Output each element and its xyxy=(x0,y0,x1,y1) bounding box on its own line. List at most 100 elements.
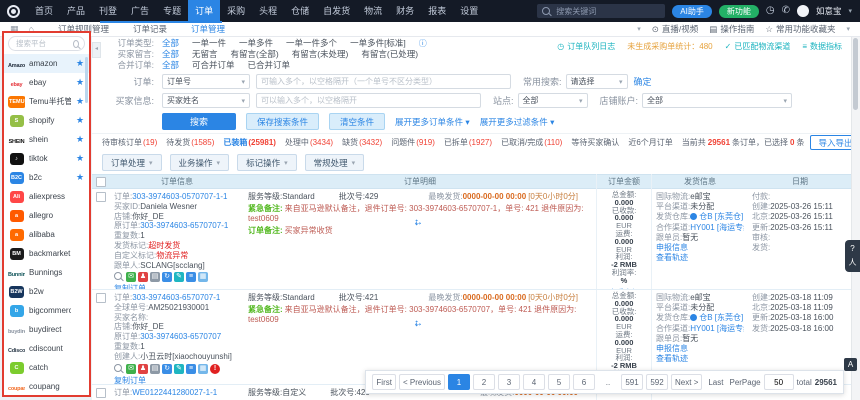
sidebar-item-cdiscount[interactable]: Cdiscountcdiscount xyxy=(4,339,89,358)
sidebar-scrollbar[interactable] xyxy=(85,57,88,103)
pagination-last[interactable]: Last xyxy=(705,375,726,389)
copy-order-link[interactable]: 复制订单 xyxy=(114,284,240,289)
favorite-star-icon[interactable]: ★ xyxy=(75,77,85,88)
filter-option-有留言(已处理)[interactable]: 有留言(已处理) xyxy=(361,49,418,60)
order-number-link[interactable]: 303-3974603-6570707-1 xyxy=(132,293,220,302)
detail-icon[interactable]: ≡ xyxy=(186,364,196,374)
order-number-link[interactable]: WE0122441280027-1-1 xyxy=(132,388,217,397)
select-all-checkbox[interactable] xyxy=(96,177,106,187)
status-tab-处理中[interactable]: 处理中(3434) xyxy=(285,137,333,148)
sub-link-直播/视频[interactable]: ⊙直播/视频 xyxy=(652,23,699,35)
action-button-订单处理[interactable]: 订单处理▾ xyxy=(102,154,162,171)
pagination-prev[interactable]: < Previous xyxy=(399,374,445,390)
detail-icon[interactable]: ≡ xyxy=(186,272,196,282)
favorite-star-icon[interactable]: ★ xyxy=(75,134,85,145)
status-tab-已取消/完成[interactable]: 已取消/完成(110) xyxy=(501,137,562,148)
order-checkbox[interactable] xyxy=(96,388,106,398)
status-tab-已拆单[interactable]: 已拆单(1927) xyxy=(444,137,492,148)
shipping-link-申报信息[interactable]: 申报信息 xyxy=(656,344,744,354)
sub-link-操作指南[interactable]: ▤操作指南 xyxy=(709,23,754,35)
order-number-link[interactable]: 303-3974603-6570707 xyxy=(140,332,221,341)
print-icon[interactable]: ▤ xyxy=(150,364,160,374)
nav-item-自发货[interactable]: 自发货 xyxy=(316,0,357,22)
confirm-link[interactable]: 确定 xyxy=(634,75,652,88)
sidebar-item-b2w[interactable]: B2Wb2w xyxy=(4,282,89,301)
info-icon[interactable]: ⓘ xyxy=(419,38,427,49)
pagination-page-591[interactable]: 591 xyxy=(621,374,643,390)
saved-search-select[interactable]: 请选择 ▾ xyxy=(566,74,628,89)
pagination-page-1[interactable]: 1 xyxy=(448,374,470,390)
support-widget[interactable]: ?人 xyxy=(845,240,860,272)
favorite-star-icon[interactable]: ★ xyxy=(75,115,85,126)
filter-option-有留言(全部)[interactable]: 有留言(全部) xyxy=(231,49,279,60)
edit-icon[interactable]: ✎ xyxy=(174,364,184,374)
import-export-button[interactable]: 导入导出 ▾ xyxy=(810,135,852,150)
order-checkbox[interactable] xyxy=(96,192,106,202)
nav-item-广告[interactable]: 广告 xyxy=(124,0,156,22)
view-order-icon[interactable] xyxy=(114,364,122,374)
nav-item-物流[interactable]: 物流 xyxy=(357,0,389,22)
user-avatar[interactable] xyxy=(797,5,809,17)
status-tab-待审核订单[interactable]: 待审核订单(19) xyxy=(102,137,157,148)
order-checkbox[interactable] xyxy=(96,293,106,303)
favorite-star-icon[interactable]: ★ xyxy=(75,96,85,107)
pagination-page-3[interactable]: 3 xyxy=(498,374,520,390)
pagination-page-6[interactable]: 6 xyxy=(573,374,595,390)
sidebar-item-allegro[interactable]: aallegro xyxy=(4,206,89,225)
action-button-标记操作[interactable]: 标记操作▾ xyxy=(237,154,297,171)
view-order-icon[interactable] xyxy=(114,272,122,282)
sidebar-item-catch[interactable]: Ccatch xyxy=(4,358,89,377)
sub-link-常用功能收藏夹[interactable]: ☆常用功能收藏夹 xyxy=(765,23,835,35)
sidebar-item-Temu半托管[interactable]: TEMUTemu半托管★ xyxy=(4,92,89,111)
view-amount-link[interactable]: 查看金额 xyxy=(598,287,650,289)
note-icon[interactable]: ▦ xyxy=(198,364,208,374)
more-filter-conditions-link[interactable]: 展开更多过滤条件 ▾ xyxy=(480,116,555,128)
order-number-type-select[interactable]: 订单号 ▾ xyxy=(162,74,250,89)
sidebar-item-shein[interactable]: SHEINshein★ xyxy=(4,130,89,149)
sidebar-item-ebay[interactable]: ebayebay★ xyxy=(4,73,89,92)
filter-option-已合并订单[interactable]: 已合并订单 xyxy=(248,60,291,71)
global-search[interactable] xyxy=(537,4,665,18)
filter-option-有留言(未处理)[interactable]: 有留言(未处理) xyxy=(292,49,349,60)
site-select[interactable]: 全部 ▾ xyxy=(518,93,588,108)
nav-item-设置[interactable]: 设置 xyxy=(453,0,485,22)
nav-item-专题[interactable]: 专题 xyxy=(156,0,188,22)
sub-tab-订单记录[interactable]: 订单记录 xyxy=(121,23,179,35)
search-button[interactable]: 搜索 xyxy=(162,113,236,130)
print-icon[interactable]: ▤ xyxy=(150,272,160,282)
page-scrollbar-thumb[interactable] xyxy=(853,38,858,110)
nav-item-仓储[interactable]: 仓储 xyxy=(284,0,316,22)
status-tab-等待买家确认[interactable]: 等待买家确认 xyxy=(571,137,619,148)
ai-assistant-button[interactable]: AI助手 xyxy=(672,5,712,18)
favorite-star-icon[interactable]: ★ xyxy=(75,172,85,183)
nav-item-产品[interactable]: 产品 xyxy=(60,0,92,22)
move-handle-icon[interactable]: ↔↕ xyxy=(413,318,423,329)
save-search-button[interactable]: 保存搜索条件 xyxy=(246,113,319,130)
filter-option-一单多件[标准][interactable]: 一单多件[标准] xyxy=(350,38,406,49)
pagination-page-5[interactable]: 5 xyxy=(548,374,570,390)
pagination-page-4[interactable]: 4 xyxy=(523,374,545,390)
sidebar-item-Bunnings[interactable]: BunningsBunnings xyxy=(4,263,89,282)
nav-item-采购[interactable]: 采购 xyxy=(220,0,252,22)
sidebar-item-aliexpress[interactable]: Alialiexpress xyxy=(4,187,89,206)
status-tab-缺货[interactable]: 缺货(3432) xyxy=(342,137,382,148)
nav-item-刊登[interactable]: 刊登 xyxy=(92,0,124,22)
sidebar-item-buydirect[interactable]: buydirectbuydirect xyxy=(4,320,89,339)
order-number-input[interactable] xyxy=(256,74,511,89)
pagination-page-..[interactable]: .. xyxy=(598,375,618,389)
sidebar-item-coupang[interactable]: coupangcoupang xyxy=(4,377,89,396)
more-order-conditions-link[interactable]: 展开更多订单条件 ▾ xyxy=(395,116,470,128)
sidebar-collapse-handle[interactable]: ◂ xyxy=(92,42,101,58)
note-icon[interactable]: ▦ xyxy=(198,272,208,282)
collapse-chevron-icon[interactable]: ▾ xyxy=(637,25,641,33)
sync-icon[interactable]: ↻ xyxy=(162,272,172,282)
assistant-widget[interactable]: A xyxy=(844,358,857,371)
new-feature-button[interactable]: 新功能 xyxy=(719,5,759,18)
filter-option-一单一件[interactable]: 一单一件 xyxy=(192,38,226,49)
filter-option-可合并订单[interactable]: 可合并订单 xyxy=(192,60,235,71)
chevron-down-icon[interactable]: ▾ xyxy=(848,7,852,15)
pagination-next[interactable]: Next > xyxy=(671,374,702,390)
status-tab-问题件[interactable]: 问题件(919) xyxy=(391,137,435,148)
status-tab-已装箱[interactable]: 已装箱(25981) xyxy=(223,137,276,148)
move-handle-icon[interactable]: ↔↕ xyxy=(413,217,423,228)
